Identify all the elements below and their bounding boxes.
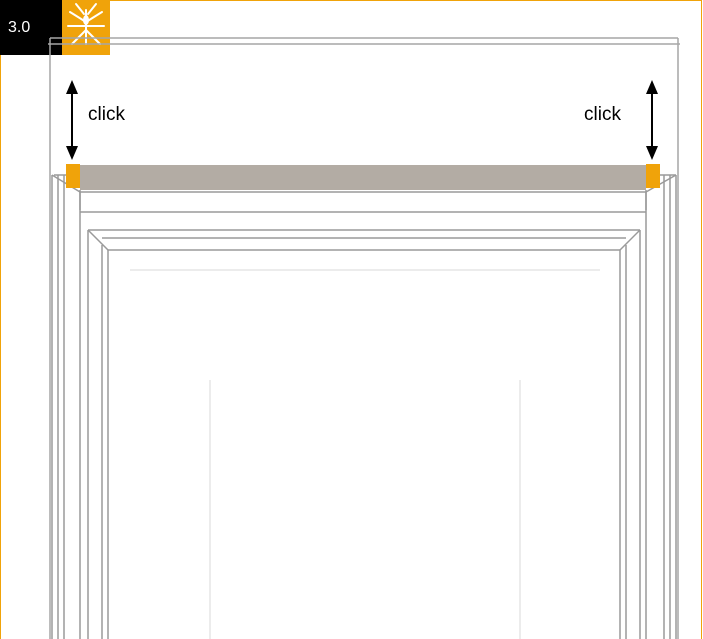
left-arrow [66, 80, 78, 160]
instruction-page: 3.0 click click [0, 0, 703, 639]
left-clip [66, 164, 80, 188]
window-frame-diagram [48, 37, 680, 639]
side-profiles [51, 175, 677, 639]
right-clip [646, 164, 660, 188]
right-click-label: click [584, 104, 621, 125]
top-rail [80, 165, 646, 190]
right-arrow [646, 80, 658, 160]
left-click-label: click [88, 104, 125, 125]
